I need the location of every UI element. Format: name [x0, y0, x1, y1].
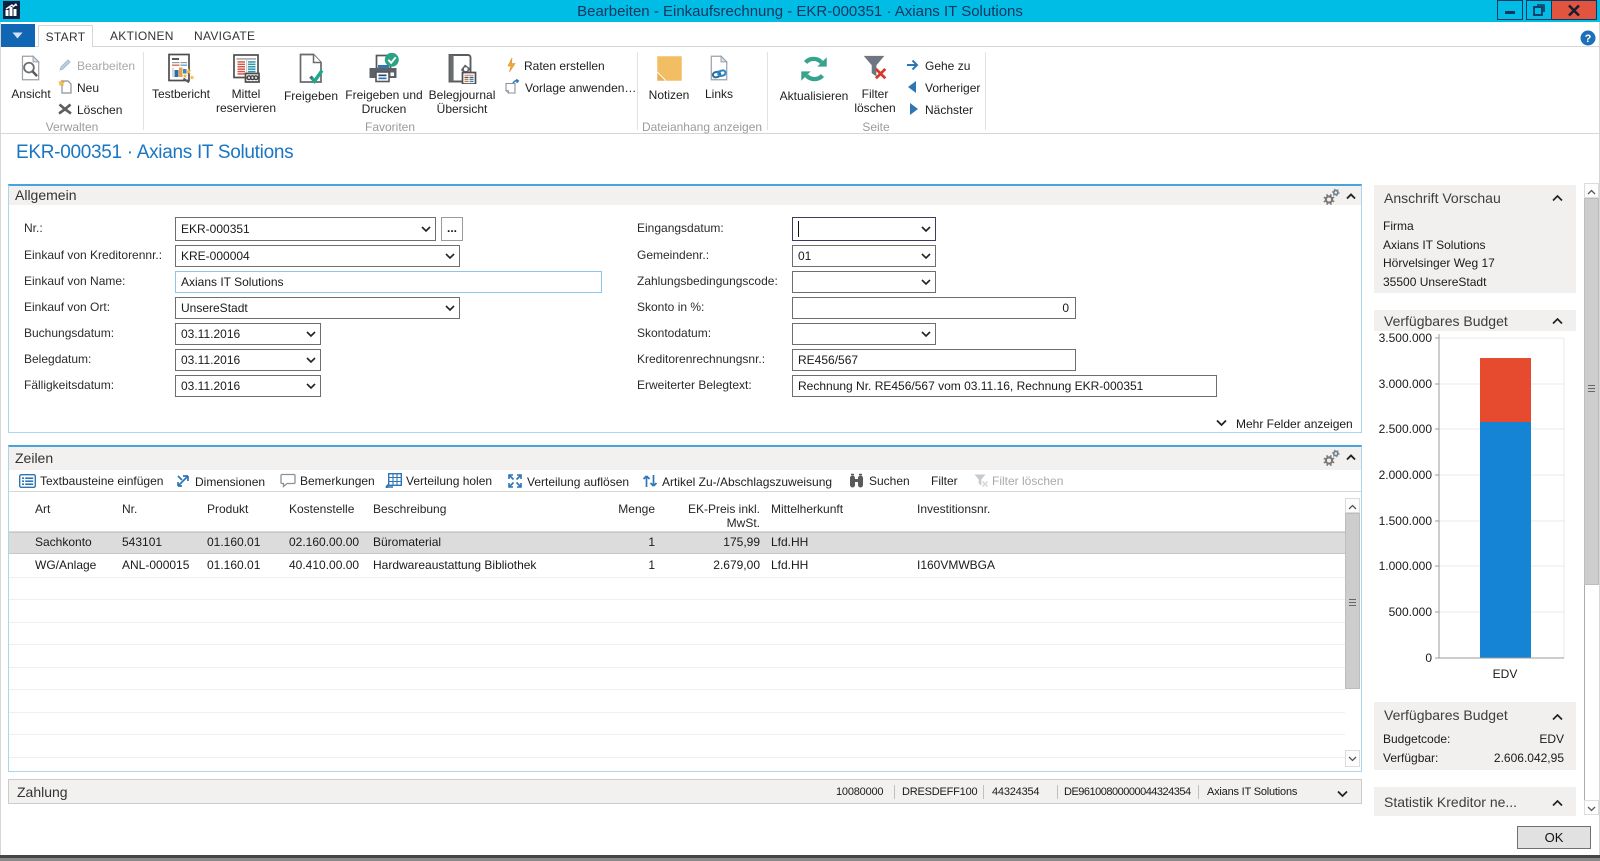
- svg-text:1.500.000: 1.500.000: [1379, 514, 1433, 528]
- svg-text:2.000.000: 2.000.000: [1379, 468, 1433, 482]
- svg-text:?: ?: [1585, 33, 1592, 45]
- svg-text:EDV: EDV: [1493, 667, 1518, 681]
- svg-text:0: 0: [1425, 651, 1432, 665]
- svg-text:500.000: 500.000: [1389, 605, 1433, 619]
- svg-text:1.000.000: 1.000.000: [1379, 559, 1433, 573]
- svg-text:3.000.000: 3.000.000: [1379, 377, 1433, 391]
- svg-text:3.500.000: 3.500.000: [1379, 331, 1433, 345]
- svg-text:2.500.000: 2.500.000: [1379, 422, 1433, 436]
